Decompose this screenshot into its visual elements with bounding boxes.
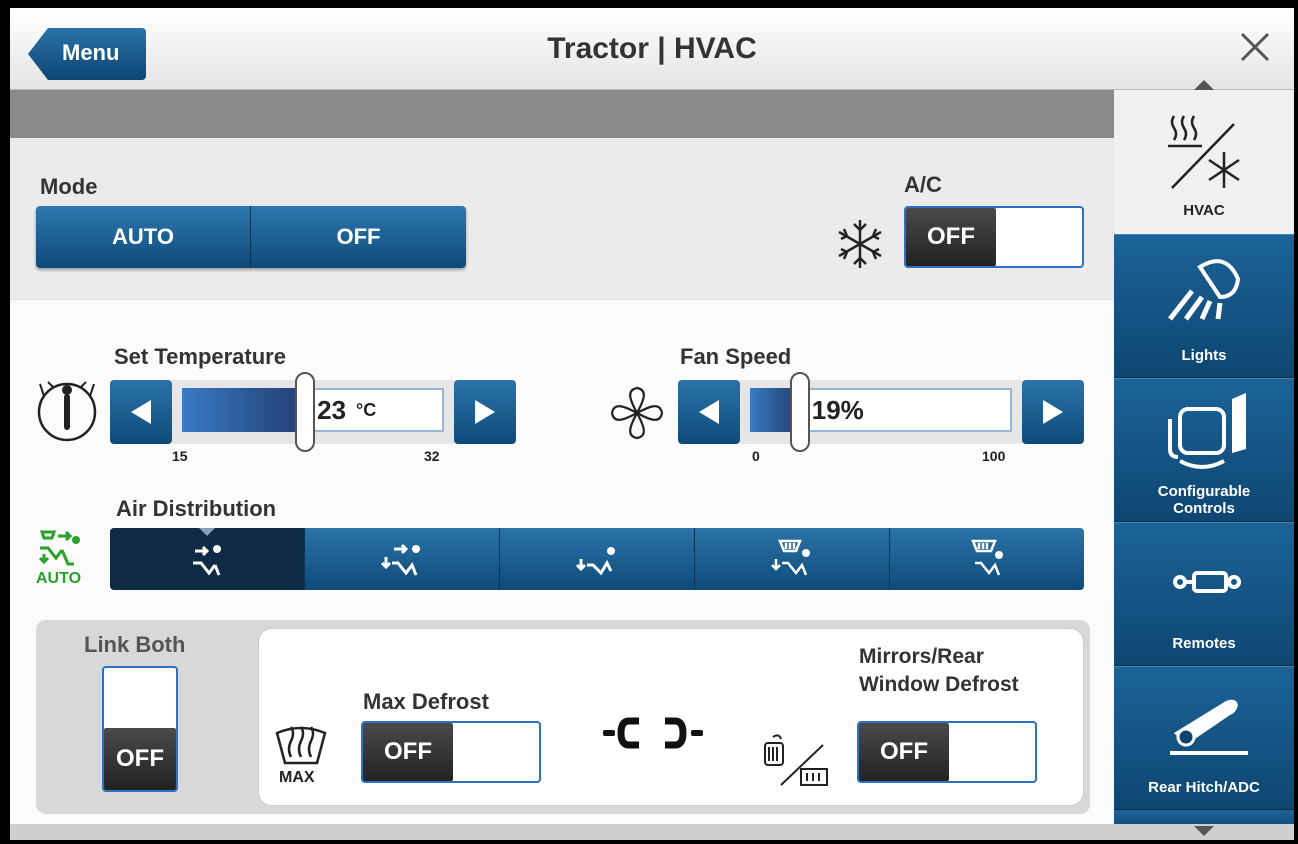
set-temperature-slider: 23 °C [110,372,516,452]
link-both-toggle-state: OFF [104,728,176,790]
fan-speed-label: Fan Speed [680,344,792,369]
header-bar: Menu Tractor | HVAC [10,8,1294,90]
left-arrow-icon [131,400,151,424]
fan-icon [610,386,664,440]
air-mode-face-feet[interactable] [305,528,500,590]
nav-label-lights: Lights [1181,347,1227,364]
fan-value-box: 19% [799,388,1012,432]
right-arrow-icon [475,400,495,424]
temperature-value: 23 [317,394,347,425]
hvac-icon [1168,115,1240,189]
fan-value: 19% [811,394,864,425]
nav-label-hvac: HVAC [1183,202,1225,219]
page-title: Tractor | HVAC [547,32,757,65]
air-mode-feet[interactable] [500,528,695,590]
max-defrost-toggle-state: OFF [363,723,453,781]
fan-speed-slider: 19% [678,372,1084,452]
temperature-increase-button[interactable] [454,380,516,444]
max-defrost-toggle[interactable]: OFF [361,721,541,783]
temperature-unit: °C [356,399,377,420]
air-mode-defrost[interactable] [890,528,1084,590]
auto-airflow-icon [38,530,80,566]
defrost-panel: Link Both OFF MAX Max Defrost OFF Mirror… [36,620,1090,814]
nav-label-rear-hitch: Rear Hitch/ADC [1148,779,1260,796]
face-feet-vent-icon [380,543,420,576]
max-defrost-label: Max Defrost [363,689,489,714]
close-icon[interactable] [1230,22,1280,72]
temperature-value-box: 23 °C [305,388,444,432]
set-temperature-label: Set Temperature [114,344,286,369]
snowflake-icon [838,220,882,268]
ac-label: A/C [904,172,942,197]
nav-item-rear-hitch[interactable]: Rear Hitch/ADC [1114,666,1294,810]
feet-vent-icon [575,547,615,576]
temperature-fill [182,388,306,432]
mirrors-defrost-label-line2: Window Defrost [859,673,1019,696]
air-distribution-label: Air Distribution [116,496,277,521]
air-auto-indicator: AUTO [32,528,92,594]
air-distribution-selector [110,528,1084,590]
fan-increase-button[interactable] [1022,380,1084,444]
scroll-down-icon[interactable] [1194,826,1214,836]
right-arrow-icon [1043,400,1063,424]
temperature-thumb[interactable] [295,372,316,452]
lights-icon [1168,259,1241,321]
mode-selector: AUTO OFF [36,206,466,268]
feet-defrost-vent-icon [771,539,810,576]
nav-item-hvac[interactable]: HVAC [1114,90,1294,234]
selected-marker [199,528,215,536]
mode-off-option[interactable]: OFF [251,206,466,268]
temperature-max-label: 32 [424,448,440,464]
link-both-toggle[interactable]: OFF [102,666,178,792]
main-panel: Mode AUTO OFF A/C OFF Set Temperature 23… [10,90,1114,832]
left-arrow-icon [699,400,719,424]
mode-auto-option[interactable]: AUTO [36,206,251,268]
status-bar [10,90,1114,138]
nav-item-lights[interactable]: Lights [1114,234,1294,378]
mode-label: Mode [40,174,98,199]
thermostat-icon [37,381,97,442]
fan-thumb[interactable] [789,372,810,452]
fan-decrease-button[interactable] [678,380,740,444]
link-both-label: Link Both [84,632,186,657]
nav-item-remotes[interactable]: Remotes [1114,522,1294,666]
ac-toggle-state: OFF [906,208,996,266]
nav-label-remotes: Remotes [1172,635,1236,652]
remotes-icon [1173,571,1241,593]
air-mode-feet-defrost[interactable] [695,528,890,590]
rear-hitch-icon [1170,699,1248,755]
air-auto-label: AUTO [36,570,82,587]
mode-section: Mode AUTO OFF A/C OFF [10,138,1114,300]
max-defrost-icon [275,726,327,765]
hvac-screen: Menu Tractor | HVAC Mode AUTO OFF A/C OF… [10,8,1294,840]
scroll-up-icon[interactable] [1194,80,1214,90]
mirrors-defrost-toggle[interactable]: OFF [857,721,1037,783]
link-chain-icon [603,717,703,749]
temperature-decrease-button[interactable] [110,380,172,444]
ac-toggle[interactable]: OFF [904,206,1084,268]
max-defrost-icon-label: MAX [279,769,315,786]
side-navigation: HVAC Lights Configurable Controls Remote… [1114,80,1294,832]
defrost-vent-icon [971,539,1003,576]
face-vent-icon [193,545,221,576]
mirror-rear-defrost-icon [764,734,828,786]
nav-label-configurable-line2: Controls [1173,500,1235,517]
configurable-controls-icon [1168,393,1246,469]
bottom-strip [10,824,1294,840]
nav-item-configurable-controls[interactable]: Configurable Controls [1114,378,1294,522]
mirrors-defrost-label-line1: Mirrors/Rear [859,645,984,668]
fan-min-label: 0 [752,448,760,464]
fan-max-label: 100 [982,448,1006,464]
mirrors-defrost-toggle-state: OFF [859,723,949,781]
temperature-min-label: 15 [172,448,188,464]
defrost-controls: MAX Max Defrost OFF Mirrors/Rear Window … [258,628,1084,806]
nav-label-configurable-line1: Configurable [1157,483,1251,500]
air-mode-face[interactable] [110,528,305,590]
